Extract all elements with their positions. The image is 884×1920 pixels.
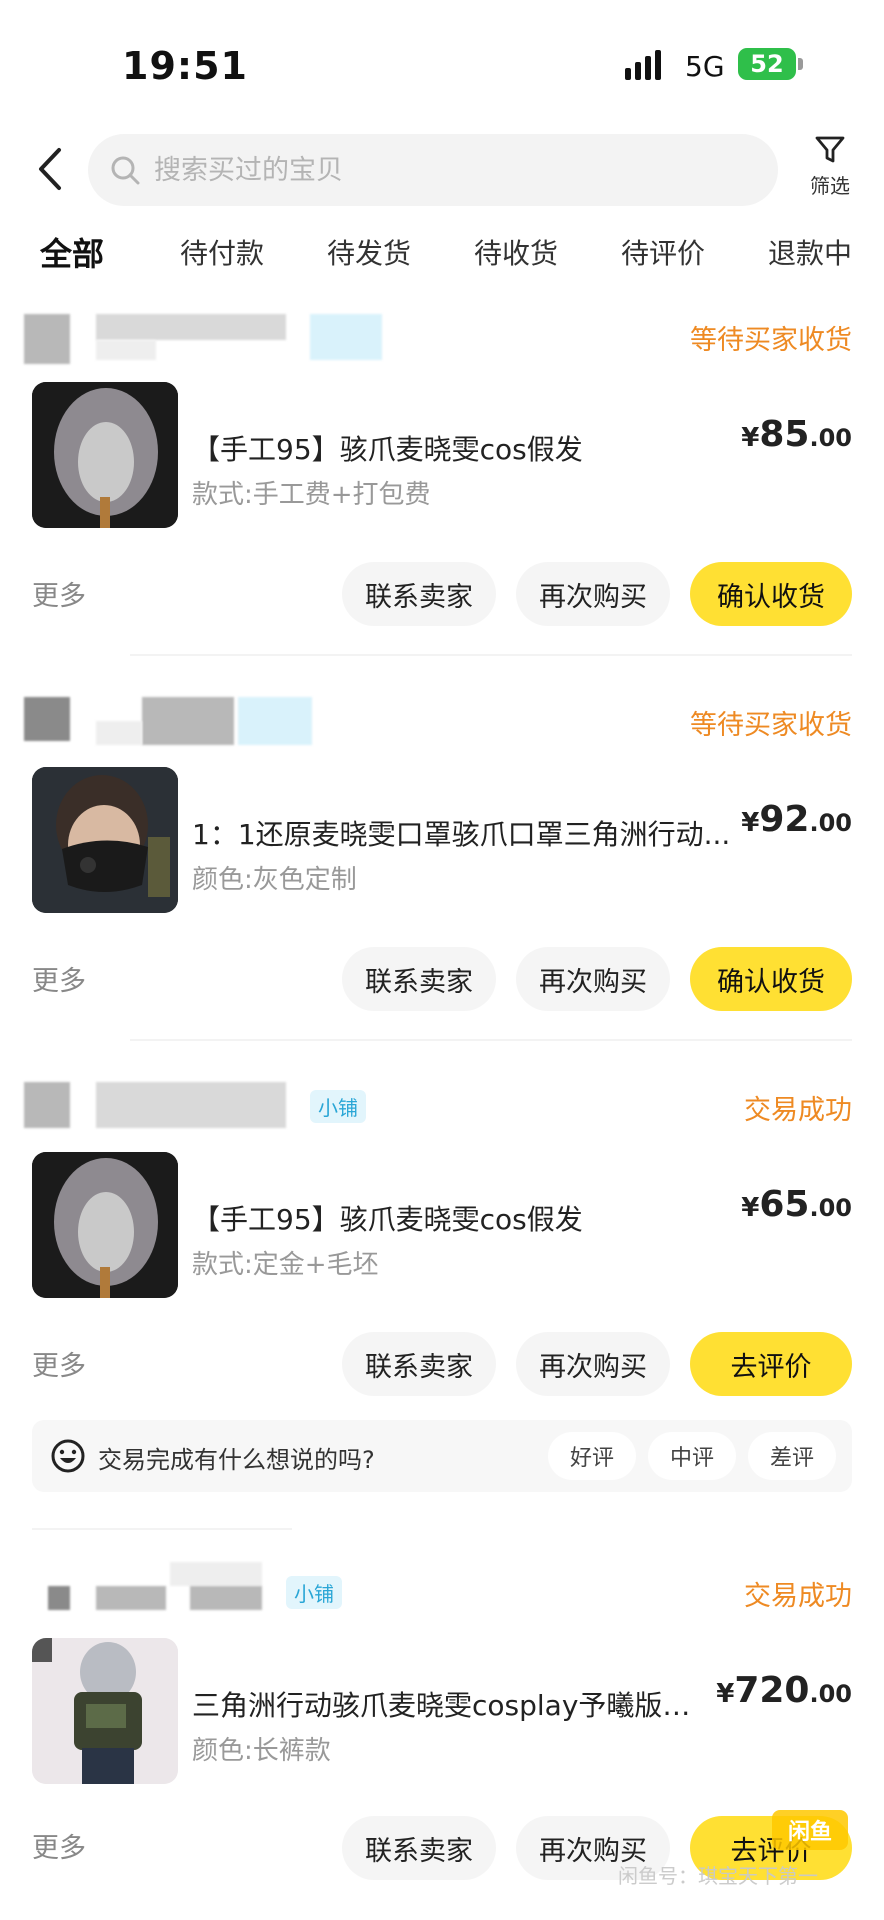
- battery-level: 52: [750, 50, 784, 78]
- price-integer: 85: [759, 414, 810, 455]
- filter-label: 筛选: [810, 174, 850, 198]
- shop-name-redacted: [190, 1586, 262, 1610]
- confirm-receipt-button[interactable]: 确认收货: [690, 947, 852, 1011]
- more-link[interactable]: 更多: [32, 574, 86, 613]
- more-link[interactable]: 更多: [32, 1826, 86, 1865]
- shop-tag-redacted: [238, 697, 312, 745]
- shop-avatar: [24, 314, 70, 364]
- bad-review-chip[interactable]: 差评: [748, 1432, 836, 1480]
- price: ¥92.00: [741, 799, 852, 840]
- product-image[interactable]: [32, 767, 178, 913]
- product-title[interactable]: 1：1还原麦晓雯口罩骇爪口罩三角洲行动...: [192, 813, 732, 853]
- price-currency: ¥: [741, 808, 760, 838]
- divider: [32, 1528, 292, 1530]
- shop-tag-redacted: [310, 314, 382, 360]
- divider: [130, 1039, 852, 1041]
- price-decimal: .00: [809, 1680, 852, 1708]
- price: ¥720.00: [716, 1670, 852, 1711]
- shop-avatar: [48, 1586, 70, 1610]
- wig-image: [32, 1152, 178, 1298]
- product-title[interactable]: 三角洲行动骇爪麦晓雯cosplay予曦版二样: [192, 1684, 712, 1724]
- product-title[interactable]: 【手工95】骇爪麦晓雯cos假发: [192, 428, 732, 468]
- chevron-left-icon: [39, 148, 61, 190]
- buy-again-button[interactable]: 再次购买: [516, 947, 670, 1011]
- shop-name-redacted: [96, 314, 286, 340]
- costume-image: [32, 1638, 178, 1784]
- battery-icon: 52: [738, 48, 796, 80]
- shop-avatar: [24, 697, 70, 741]
- status-bar: 19:51 5G 52: [0, 0, 884, 120]
- buy-again-button[interactable]: 再次购买: [516, 562, 670, 626]
- xianyu-watermark-logo: 闲鱼: [772, 1810, 848, 1850]
- divider: [130, 654, 852, 656]
- price-integer: 65: [759, 1184, 810, 1225]
- review-prompt: 交易完成有什么想说的吗? 好评 中评 差评: [32, 1420, 852, 1492]
- mask-image: [32, 767, 178, 913]
- price: ¥85.00: [741, 414, 852, 455]
- price-integer: 720: [734, 1670, 810, 1711]
- price-currency: ¥: [716, 1679, 735, 1709]
- product-spec: 款式:定金+毛坯: [192, 1250, 379, 1280]
- tab-pending-review[interactable]: 待评价: [621, 232, 705, 272]
- search-icon: [108, 153, 142, 187]
- contact-seller-button[interactable]: 联系卖家: [342, 562, 496, 626]
- tab-all[interactable]: 全部: [40, 229, 104, 275]
- watermark-text: 闲鱼号：琪宝天下第一: [618, 1864, 818, 1888]
- price: ¥65.00: [741, 1184, 852, 1225]
- battery-tip: [798, 58, 803, 70]
- shop-tag: 小铺: [310, 1090, 366, 1123]
- search-box[interactable]: [88, 134, 778, 206]
- product-title[interactable]: 【手工95】骇爪麦晓雯cos假发: [192, 1198, 732, 1238]
- product-image[interactable]: [32, 1638, 178, 1784]
- search-input[interactable]: [152, 153, 756, 187]
- order-status: 等待买家收货: [690, 710, 852, 741]
- product-spec: 颜色:长裤款: [192, 1736, 331, 1766]
- buy-again-button[interactable]: 再次购买: [516, 1332, 670, 1396]
- shop-name-redacted: [96, 1082, 286, 1128]
- smiley-face-icon: [51, 1439, 85, 1473]
- shop-name-redacted: [170, 1562, 262, 1586]
- status-time: 19:51: [122, 44, 248, 88]
- contact-seller-button[interactable]: 联系卖家: [342, 947, 496, 1011]
- price-currency: ¥: [741, 1193, 760, 1223]
- funnel-icon: [815, 136, 845, 163]
- order-tabs: 全部 待付款 待发货 待收货 待评价 退款中: [0, 232, 884, 292]
- product-spec: 款式:手工费+打包费: [192, 480, 431, 510]
- filter-button[interactable]: 筛选: [800, 134, 860, 214]
- shop-name-redacted: [96, 721, 142, 745]
- order-status: 交易成功: [744, 1581, 852, 1612]
- signal-icon: [625, 50, 661, 80]
- back-button[interactable]: [30, 140, 70, 198]
- wig-image: [32, 382, 178, 528]
- more-link[interactable]: 更多: [32, 959, 86, 998]
- more-link[interactable]: 更多: [32, 1344, 86, 1383]
- product-image[interactable]: [32, 1152, 178, 1298]
- price-currency: ¥: [741, 423, 760, 453]
- shop-name-redacted: [96, 340, 156, 360]
- tab-refunding[interactable]: 退款中: [768, 232, 852, 272]
- network-type: 5G: [685, 50, 725, 83]
- order-status: 等待买家收货: [690, 325, 852, 356]
- price-decimal: .00: [809, 809, 852, 837]
- shop-name-redacted: [142, 697, 234, 745]
- shop-tag: 小铺: [286, 1576, 342, 1609]
- product-image[interactable]: [32, 382, 178, 528]
- confirm-receipt-button[interactable]: 确认收货: [690, 562, 852, 626]
- order-status: 交易成功: [744, 1095, 852, 1126]
- contact-seller-button[interactable]: 联系卖家: [342, 1816, 496, 1880]
- good-review-chip[interactable]: 好评: [548, 1432, 636, 1480]
- write-review-button[interactable]: 去评价: [690, 1332, 852, 1396]
- review-prompt-text: 交易完成有什么想说的吗?: [98, 1446, 375, 1474]
- price-decimal: .00: [809, 1194, 852, 1222]
- contact-seller-button[interactable]: 联系卖家: [342, 1332, 496, 1396]
- price-integer: 92: [759, 799, 810, 840]
- shop-avatar: [24, 1082, 70, 1128]
- neutral-review-chip[interactable]: 中评: [648, 1432, 736, 1480]
- shop-name-redacted: [96, 1586, 166, 1610]
- tab-pending-payment[interactable]: 待付款: [180, 232, 264, 272]
- tab-pending-receipt[interactable]: 待收货: [474, 232, 558, 272]
- product-spec: 颜色:灰色定制: [192, 865, 357, 895]
- price-decimal: .00: [809, 424, 852, 452]
- tab-pending-shipment[interactable]: 待发货: [327, 232, 411, 272]
